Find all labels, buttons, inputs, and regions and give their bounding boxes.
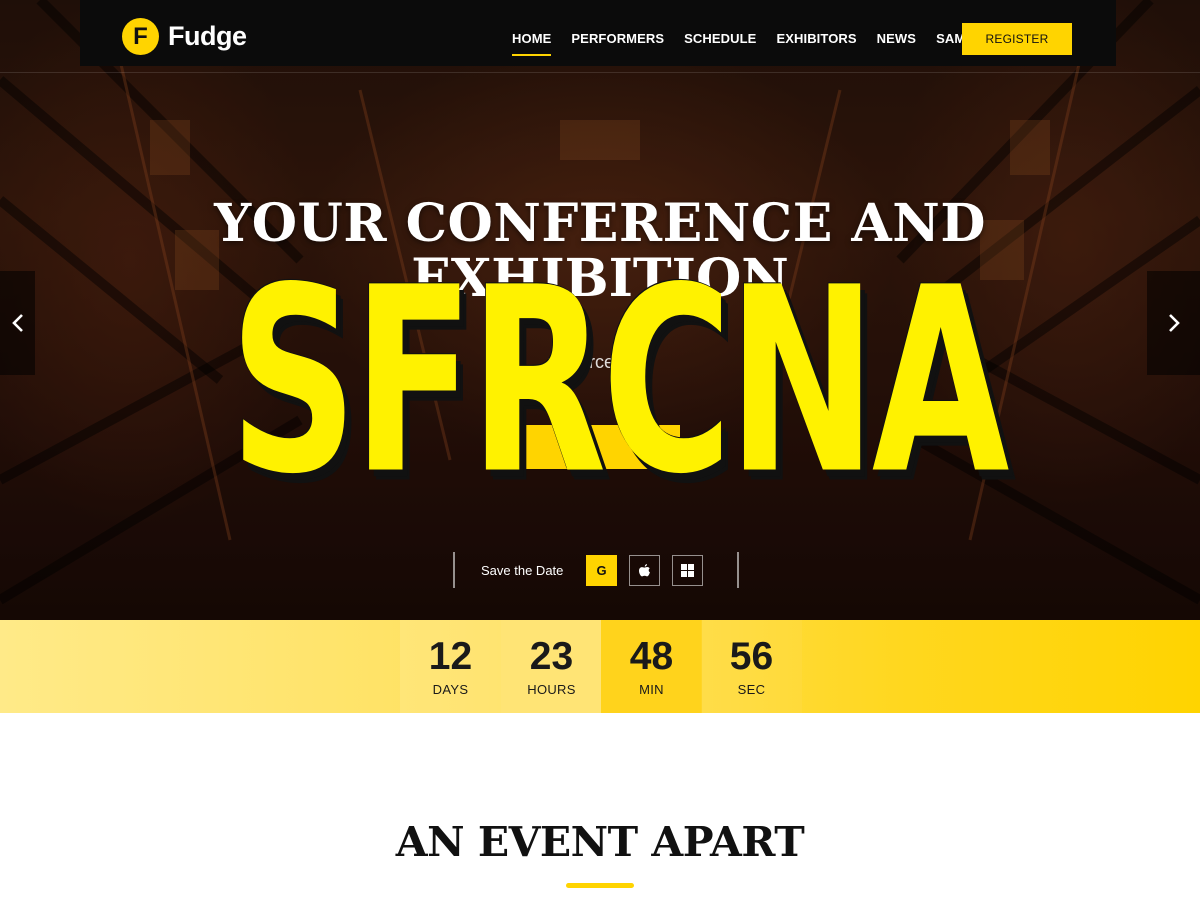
brand-logo[interactable]: F Fudge	[122, 18, 247, 55]
save-the-date-bar: Save the Date G	[453, 552, 743, 588]
overlay-stamp-text: SFRCNA	[229, 232, 1009, 530]
save-the-date-label: Save the Date	[481, 563, 564, 578]
chevron-right-icon	[1168, 314, 1180, 332]
section-title: AN EVENT APART	[395, 818, 805, 866]
countdown-hours-label: HOURS	[527, 682, 576, 697]
countdown-hours: 23 HOURS	[501, 620, 602, 713]
countdown-days-value: 12	[428, 635, 473, 678]
slider-next-button[interactable]	[1147, 271, 1200, 375]
brand-name: Fudge	[168, 21, 247, 51]
nav-item-exhibitors[interactable]: EXHIBITORS	[776, 31, 856, 52]
main-nav: HOME PERFORMERS SCHEDULE EXHIBITORS NEWS…	[512, 31, 1011, 56]
section-title-underline	[566, 883, 634, 888]
save-divider-left	[453, 552, 455, 588]
apple-icon	[639, 564, 650, 577]
countdown-min: 48 MIN	[601, 620, 702, 713]
countdown-sec-value: 56	[729, 635, 774, 678]
register-button[interactable]: REGISTER	[962, 23, 1072, 55]
countdown-min-value: 48	[629, 635, 674, 678]
slider-prev-button[interactable]	[0, 271, 35, 375]
save-divider-right	[737, 552, 739, 588]
countdown-hours-value: 23	[529, 635, 574, 678]
google-calendar-button[interactable]: G	[586, 555, 617, 586]
chevron-left-icon	[11, 314, 23, 332]
countdown-sec-label: SEC	[737, 682, 766, 697]
countdown-days-label: DAYS	[432, 682, 469, 697]
countdown-days: 12 DAYS	[400, 620, 501, 713]
top-navbar: F Fudge HOME PERFORMERS SCHEDULE EXHIBIT…	[80, 0, 1116, 66]
google-icon: G	[596, 563, 607, 578]
windows-icon	[681, 564, 694, 577]
nav-item-home[interactable]: HOME	[512, 31, 552, 56]
logo-mark-icon: F	[122, 18, 159, 55]
countdown-sec: 56 SEC	[701, 620, 802, 713]
nav-item-news[interactable]: NEWS	[877, 31, 916, 52]
nav-divider	[0, 72, 1200, 73]
countdown-min-label: MIN	[639, 682, 664, 697]
overlay-stamp: SFRCNA	[227, 232, 1009, 530]
countdown-bar: 12 DAYS 23 HOURS 48 MIN 56 SEC	[0, 620, 1200, 713]
nav-item-performers[interactable]: PERFORMERS	[571, 31, 664, 52]
apple-calendar-button[interactable]	[629, 555, 660, 586]
windows-calendar-button[interactable]	[672, 555, 703, 586]
nav-item-schedule[interactable]: SCHEDULE	[684, 31, 756, 52]
